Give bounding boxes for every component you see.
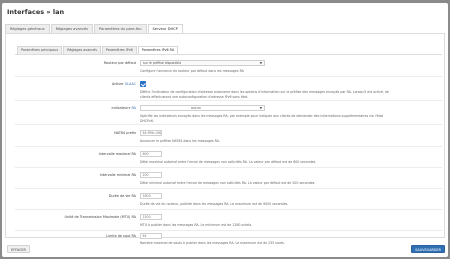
lifetime-label: Durée de vie RA <box>108 194 136 198</box>
divider <box>15 188 442 189</box>
min-interval-label: Intervalle minimal RA <box>99 173 136 177</box>
hoplimit-field: 64 <box>140 233 162 239</box>
slaac-link[interactable]: SLAAC <box>125 82 136 86</box>
divider <box>15 100 442 101</box>
max-interval-label: Intervalle maximal RA <box>98 152 136 156</box>
slaac-field <box>140 81 146 87</box>
subtab-ipv6[interactable]: Paramètres IPv6 <box>101 46 137 54</box>
max-interval-input[interactable]: 600 <box>140 151 162 157</box>
ra-flags-label: Indicateurs RA <box>111 106 136 110</box>
min-interval-help: Délai minimal autorisé entre l'envoi de … <box>140 181 316 185</box>
tab-general[interactable]: Réglages généraux <box>5 24 50 33</box>
max-interval-field: 600 <box>140 151 162 157</box>
hoplimit-help: Nombre maximal de sauts à publier dans l… <box>140 241 285 245</box>
ipv6-ra-settings: Routeur par défaut sur le préfixe dispon… <box>15 54 442 245</box>
tab-firewall[interactable]: Paramètres du pare-feu <box>94 24 147 33</box>
divider <box>15 124 442 125</box>
nat64-field: 64:ff9b::/96 <box>140 130 162 136</box>
tab-advanced[interactable]: Réglages avancés <box>50 24 94 33</box>
mtu-label: Unité de Transmission Maximale (MTU) RA <box>64 215 136 219</box>
save-button[interactable]: SAUVEGARDER <box>411 245 445 253</box>
min-interval-input[interactable]: 200 <box>140 172 162 178</box>
chevron-down-icon: ▼ <box>259 61 262 65</box>
nat64-label: NAT64 prefix <box>114 131 136 135</box>
ra-flags-field: aucun ▼ <box>140 105 265 111</box>
divider <box>15 167 442 168</box>
divider <box>15 230 442 231</box>
cancel-button[interactable]: EFFACER <box>7 245 30 253</box>
ra-flags-help-line1: Spécifie les indicateurs envoyés dans le… <box>140 114 384 118</box>
nat64-help: Annoncer le préfixe NAT64 dans les messa… <box>140 139 220 143</box>
sub-tabs: Paramètres principaux Réglages avancés P… <box>17 46 179 55</box>
lifetime-help: Durée de vie du routeur, publiée dans le… <box>140 202 289 206</box>
main-tabs: Réglages généraux Réglages avancés Param… <box>5 24 184 34</box>
dialog-title: Interfaces » lan <box>7 8 65 16</box>
default-router-value: sur le préfixe disponible <box>143 61 182 65</box>
default-router-field: sur le préfixe disponible ▼ <box>140 60 265 66</box>
slaac-checkbox[interactable] <box>140 81 146 87</box>
mtu-input[interactable]: 1500 <box>140 214 162 220</box>
interface-dialog: Interfaces » lan Réglages généraux Régla… <box>2 3 448 257</box>
default-router-label: Routeur par défaut <box>103 61 136 65</box>
hoplimit-input[interactable]: 64 <box>140 233 162 239</box>
lifetime-input[interactable]: 1800 <box>140 193 162 199</box>
slaac-label: Activer SLAAC <box>111 82 136 86</box>
ra-flags-value: aucun <box>191 106 201 110</box>
divider <box>15 146 442 147</box>
divider <box>15 76 442 77</box>
default-router-help: Configure l'annonce du routeur par défau… <box>140 69 244 73</box>
default-router-select[interactable]: sur le préfixe disponible ▼ <box>140 60 265 66</box>
nat64-input[interactable]: 64:ff9b::/96 <box>140 130 162 136</box>
subtab-main[interactable]: Paramètres principaux <box>17 46 63 54</box>
subtab-advanced[interactable]: Réglages avancés <box>63 46 101 54</box>
slaac-help-line1: Définir l'indicateur de configuration d'… <box>140 90 389 94</box>
ra-flags-select[interactable]: aucun ▼ <box>140 105 265 111</box>
ra-flags-help-line2: DHCPv6. <box>140 118 154 123</box>
max-interval-help: Délai maximal autorisé entre l'envoi de … <box>140 160 317 164</box>
divider <box>15 209 442 210</box>
dhcp-panel: Paramètres principaux Réglages avancés P… <box>5 33 445 245</box>
hoplimit-label: Limite de saut RA <box>106 234 136 238</box>
chevron-down-icon: ▼ <box>259 106 262 110</box>
mtu-field: 1500 <box>140 214 162 220</box>
slaac-help-line2: clients effectueront une autoconfigurati… <box>140 94 249 99</box>
lifetime-field: 1800 <box>140 193 162 199</box>
ra-flags-link[interactable]: RA <box>131 106 136 110</box>
min-interval-field: 200 <box>140 172 162 178</box>
mtu-help: MTU à publier dans les messages RA. Le m… <box>140 223 253 227</box>
